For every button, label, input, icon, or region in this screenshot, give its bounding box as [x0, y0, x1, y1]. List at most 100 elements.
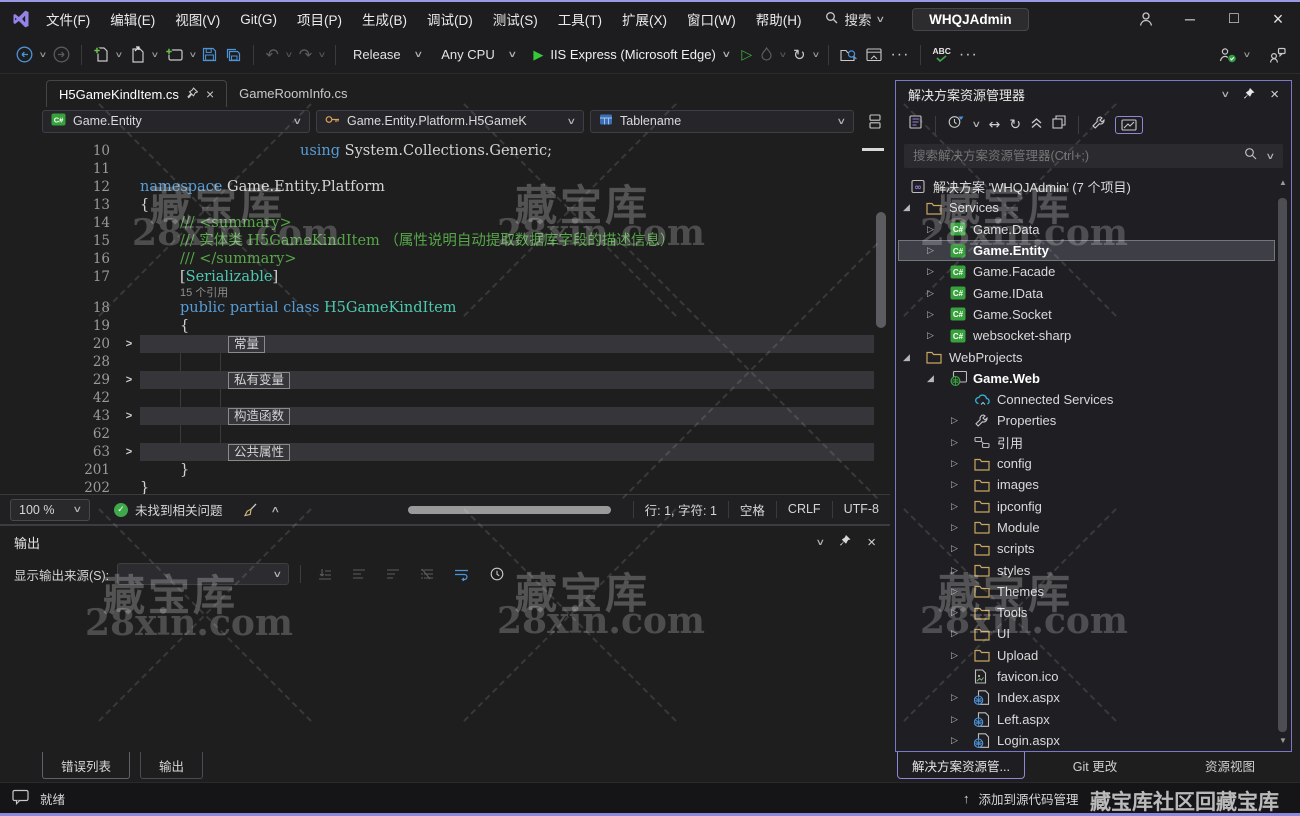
tree-expander-icon[interactable]: ▷: [924, 224, 950, 235]
editor-tab-GameRoomInfo.cs[interactable]: GameRoomInfo.cs: [227, 80, 359, 107]
tree-item-Upload[interactable]: ▷Upload: [898, 645, 1275, 666]
tree-expander-icon[interactable]: ▷: [948, 586, 974, 597]
menu-调试-D-[interactable]: 调试(D): [417, 2, 483, 36]
tree-item-ipconfig[interactable]: ▷ipconfig: [898, 496, 1275, 517]
tree-item-scripts[interactable]: ▷scripts: [898, 538, 1275, 559]
account-icon[interactable]: [1124, 2, 1168, 36]
type-dropdown[interactable]: Game.Entity.Platform.H5GameK ∨: [316, 110, 584, 133]
tab-error-list[interactable]: 错误列表: [42, 752, 130, 779]
tree-item-引用[interactable]: ▷引用: [898, 432, 1275, 453]
preview-selected-items-toggle[interactable]: [1115, 116, 1143, 134]
solution-search-box[interactable]: ∨: [904, 144, 1283, 168]
tree-item-Login.aspx[interactable]: ▷Login.aspx: [898, 730, 1275, 749]
tree-expander-icon[interactable]: ▷: [948, 501, 974, 512]
search-input[interactable]: [904, 149, 1244, 163]
collapsed-region-构造函数[interactable]: 构造函数: [228, 408, 290, 425]
scroll-up-icon[interactable]: ▲: [1277, 178, 1289, 187]
chevron-down-icon[interactable]: ∨: [110, 50, 128, 59]
menu-工具-T-[interactable]: 工具(T): [548, 2, 612, 36]
word-wrap-icon[interactable]: [448, 568, 476, 581]
chevron-down-icon[interactable]: ∨: [971, 119, 981, 130]
tab-solution-explorer[interactable]: 解决方案资源管...: [897, 752, 1025, 779]
tree-expander-icon[interactable]: ◢: [900, 202, 926, 213]
tree-item-Game.IData[interactable]: ▷C#Game.IData: [898, 283, 1275, 304]
chevron-down-icon[interactable]: ∨: [815, 537, 825, 548]
tab-git-changes[interactable]: Git 更改: [1045, 752, 1145, 779]
properties-wrench-icon[interactable]: [1091, 115, 1106, 135]
tree-expander-icon[interactable]: ▷: [924, 330, 950, 341]
tab-output[interactable]: 输出: [140, 752, 203, 779]
tree-expander-icon[interactable]: ▷: [948, 458, 974, 469]
output-content[interactable]: [0, 590, 890, 750]
tree-item-Game.Facade[interactable]: ▷C#Game.Facade: [898, 261, 1275, 282]
tree-item-Connected-Services[interactable]: Connected Services: [898, 389, 1275, 410]
tree-item-styles[interactable]: ▷styles: [898, 559, 1275, 580]
tree-expander-icon[interactable]: ▷: [948, 607, 974, 618]
tree-expander-icon[interactable]: ▷: [948, 437, 974, 448]
scrollbar-thumb[interactable]: [1278, 198, 1287, 732]
menu-窗口-W-[interactable]: 窗口(W): [677, 2, 746, 36]
menu-生成-B-[interactable]: 生成(B): [352, 2, 417, 36]
tree-item-favicon.ico[interactable]: favicon.ico: [898, 666, 1275, 687]
platform-dropdown[interactable]: Any CPU∨: [431, 44, 525, 65]
chevron-down-icon[interactable]: ∨: [1238, 50, 1256, 59]
project-dropdown[interactable]: C# Game.Entity ∨: [42, 110, 310, 133]
tree-expander-icon[interactable]: ▷: [924, 245, 950, 256]
output-source-dropdown[interactable]: ∨: [117, 563, 289, 585]
zoom-dropdown[interactable]: 100 %∨: [10, 499, 90, 521]
spaces-indicator[interactable]: 空格: [728, 501, 776, 518]
refresh-icon[interactable]: ↻: [1009, 117, 1021, 133]
document-health[interactable]: ✓未找到相关问题: [114, 500, 223, 519]
code-cleanup-icon[interactable]: [243, 503, 258, 517]
send-feedback-icon[interactable]: [1265, 42, 1290, 68]
tree-item-websocket-sharp[interactable]: ▷C#websocket-sharp: [898, 325, 1275, 346]
menu-扩展-X-[interactable]: 扩展(X): [612, 2, 677, 36]
tree-item-Game.Entity[interactable]: ▷C#Game.Entity: [898, 240, 1275, 261]
eol-indicator[interactable]: CRLF: [776, 501, 832, 518]
tree-expander-icon[interactable]: ▷: [948, 522, 974, 533]
minimize-button[interactable]: ─: [1168, 2, 1212, 36]
clock-icon[interactable]: [484, 567, 510, 581]
tree-expander-icon[interactable]: ▷: [948, 479, 974, 490]
collapse-all-icon[interactable]: [1030, 116, 1043, 134]
more-commands-icon[interactable]: ···: [886, 42, 913, 68]
fold-expander-icon[interactable]: >: [118, 335, 140, 353]
menu-编辑-E-[interactable]: 编辑(E): [100, 2, 165, 36]
editor-tab-H5GameKindItem.cs[interactable]: H5GameKindItem.cs×: [46, 80, 227, 107]
tree-expander-icon[interactable]: ▷: [948, 415, 974, 426]
member-dropdown[interactable]: Tablename ∨: [590, 110, 854, 133]
chevron-down-icon[interactable]: ∨: [146, 50, 164, 59]
close-icon[interactable]: ×: [867, 534, 876, 551]
tree-expander-icon[interactable]: ▷: [948, 543, 974, 554]
menu-帮助-H-[interactable]: 帮助(H): [746, 2, 812, 36]
line-column-indicator[interactable]: 行: 1, 字符: 1: [633, 501, 728, 518]
menu-项目-P-[interactable]: 项目(P): [287, 2, 352, 36]
tree-expander-icon[interactable]: ◢: [900, 352, 926, 363]
tree-expander-icon[interactable]: ▷: [948, 650, 974, 661]
tree-expander-icon[interactable]: ▷: [924, 266, 950, 277]
tree-item-Index.aspx[interactable]: ▷Index.aspx: [898, 687, 1275, 708]
browser-window-icon[interactable]: [862, 42, 886, 68]
fold-expander-icon[interactable]: >: [118, 371, 140, 389]
chevron-down-icon[interactable]: ∨: [34, 50, 52, 59]
switch-views-icon[interactable]: [908, 115, 923, 134]
add-to-source-control[interactable]: ↑ 添加到源代码管理: [963, 783, 1079, 814]
scroll-down-icon[interactable]: ▼: [1277, 736, 1289, 745]
tree-item-Module[interactable]: ▷Module: [898, 517, 1275, 538]
chevron-up-icon[interactable]: ∨: [270, 504, 280, 515]
collapsed-region-常量[interactable]: 常量: [228, 336, 265, 353]
tree-item-Properties[interactable]: ▷Properties: [898, 410, 1275, 431]
chevron-down-icon[interactable]: ∨: [807, 50, 825, 59]
more-commands-icon[interactable]: ···: [955, 42, 982, 68]
close-icon[interactable]: ×: [206, 86, 214, 102]
vertical-scrollbar[interactable]: [876, 212, 886, 328]
tree-expander-icon[interactable]: ▷: [924, 288, 950, 299]
add-item-icon[interactable]: [161, 42, 187, 68]
fold-expander-icon[interactable]: >: [118, 443, 140, 461]
tab-resource-view[interactable]: 资源视图: [1180, 752, 1280, 779]
code-editor[interactable]: 10using System.Collections.Generic;1112n…: [0, 138, 890, 494]
tree-expander-icon[interactable]: ▷: [948, 714, 974, 725]
tree-item-Services[interactable]: ◢Services: [898, 197, 1275, 218]
close-button[interactable]: ×: [1256, 2, 1300, 36]
close-icon[interactable]: ×: [1270, 86, 1279, 103]
